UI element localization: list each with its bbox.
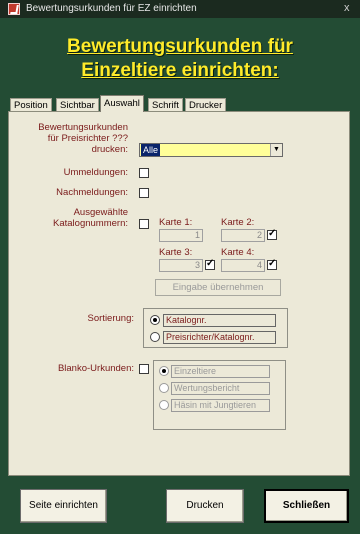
preisrichter-selected-value: Alle bbox=[141, 144, 161, 156]
chevron-down-icon[interactable]: ▼ bbox=[270, 144, 282, 156]
karte-1-label: Karte 1: bbox=[159, 217, 193, 228]
tab-drucker[interactable]: Drucker bbox=[185, 98, 227, 112]
preisrichter-select[interactable]: Alle ▼ bbox=[139, 143, 283, 157]
sortierung-radio-preisrichter[interactable] bbox=[150, 332, 160, 342]
katalognummern-checkbox[interactable] bbox=[139, 219, 149, 229]
blanko-radio-wertungsbericht[interactable] bbox=[159, 383, 169, 393]
karte-3-checkbox[interactable] bbox=[205, 258, 215, 270]
blanko-radio-haesin[interactable] bbox=[159, 400, 169, 410]
blanko-label: Blanko-Urkunden: bbox=[57, 363, 134, 374]
title-line-2: Einzeltiere einrichten: bbox=[81, 60, 279, 81]
karte-4-checkbox[interactable] bbox=[267, 258, 277, 270]
blanko-radio-einzeltiere[interactable] bbox=[159, 366, 169, 376]
blanko-option-einzeltiere[interactable]: Einzeltiere bbox=[171, 365, 270, 378]
blanko-checkbox[interactable] bbox=[139, 364, 149, 374]
karte-2-checkbox[interactable] bbox=[267, 228, 277, 240]
karte-1-field[interactable]: 1 bbox=[159, 229, 203, 242]
tab-sichtbar[interactable]: Sichtbar bbox=[56, 98, 99, 112]
tab-auswahl[interactable]: Auswahl bbox=[100, 95, 144, 112]
blanko-option-wertungsbericht[interactable]: Wertungsbericht bbox=[171, 382, 270, 395]
drucken-button[interactable]: Drucken bbox=[166, 489, 244, 523]
blanko-option-haesin[interactable]: Häsin mit Jungtieren bbox=[171, 399, 270, 412]
tab-position[interactable]: Position bbox=[10, 98, 52, 112]
katalognummern-label: Ausgewählte Katalognummern: bbox=[53, 207, 128, 229]
title-line-1: Bewertungsurkunden für bbox=[67, 36, 293, 57]
eingabe-uebernehmen-button[interactable]: Eingabe übernehmen bbox=[155, 279, 281, 296]
karte-2-label: Karte 2: bbox=[221, 217, 255, 228]
ummeldungen-checkbox[interactable] bbox=[139, 168, 149, 178]
title-bar: Bewertungsurkunden für EZ einrichten x bbox=[0, 0, 360, 18]
window-title: Bewertungsurkunden für EZ einrichten bbox=[26, 3, 197, 14]
karte-4-field[interactable]: 4 bbox=[221, 259, 265, 272]
seite-einrichten-button[interactable]: Seite einrichten bbox=[20, 489, 107, 523]
nachmeldungen-checkbox[interactable] bbox=[139, 188, 149, 198]
close-icon[interactable]: x bbox=[344, 2, 350, 14]
ummeldungen-label: Ummeldungen: bbox=[63, 167, 128, 178]
nachmeldungen-label: Nachmeldungen: bbox=[56, 187, 128, 198]
sortierung-radio-katalognr[interactable] bbox=[150, 315, 160, 325]
app-icon bbox=[8, 3, 20, 15]
karte-4-label: Karte 4: bbox=[221, 247, 255, 258]
preisrichter-label: Bewertungsurkunden für Preisrichter ??? … bbox=[38, 122, 128, 155]
karte-3-label: Karte 3: bbox=[159, 247, 193, 258]
karte-3-field[interactable]: 3 bbox=[159, 259, 203, 272]
sortierung-option-preisrichter[interactable]: Preisrichter/Katalognr. bbox=[163, 331, 276, 344]
page-title: Bewertungsurkunden für Einzeltiere einri… bbox=[0, 35, 360, 83]
tab-schrift[interactable]: Schrift bbox=[148, 98, 183, 112]
sortierung-option-katalognr[interactable]: Katalognr. bbox=[163, 314, 276, 327]
schliessen-button[interactable]: Schließen bbox=[264, 489, 349, 523]
karte-2-field[interactable]: 2 bbox=[221, 229, 265, 242]
sortierung-label: Sortierung: bbox=[87, 313, 134, 324]
